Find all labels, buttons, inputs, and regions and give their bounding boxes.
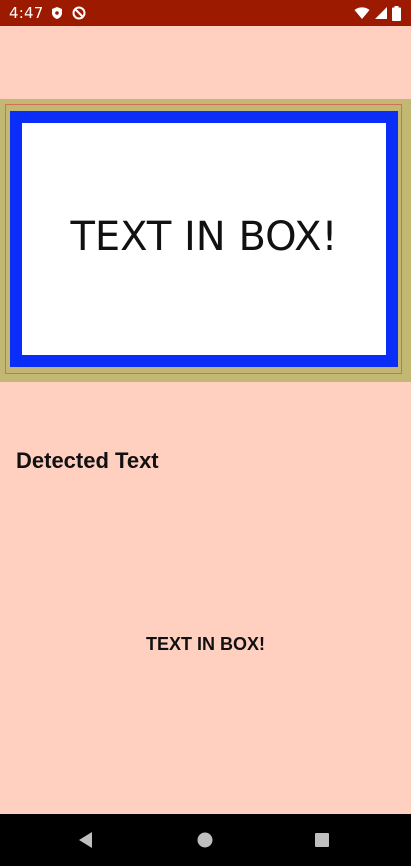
camera-preview: TEXT IN BOX! — [0, 99, 411, 382]
battery-icon — [392, 6, 401, 21]
back-icon[interactable] — [74, 828, 98, 852]
home-icon[interactable] — [193, 828, 217, 852]
shield-icon — [50, 6, 64, 20]
wifi-icon — [354, 6, 370, 20]
status-bar: 4:47 — [0, 0, 411, 26]
status-time: 4:47 — [9, 4, 44, 22]
preview-box-text: TEXT IN BOX! — [70, 214, 338, 260]
navigation-bar — [0, 814, 411, 866]
text-box-frame: TEXT IN BOX! — [10, 111, 398, 367]
no-sync-icon — [72, 6, 86, 20]
app-screen: 4:47 TEXT IN BOX! Detected Text TEXT IN … — [0, 0, 411, 866]
detected-text-value: TEXT IN BOX! — [145, 634, 265, 654]
recents-icon[interactable] — [310, 828, 334, 852]
cellular-signal-icon — [374, 6, 388, 20]
detected-text-heading: Detected Text — [16, 448, 159, 473]
